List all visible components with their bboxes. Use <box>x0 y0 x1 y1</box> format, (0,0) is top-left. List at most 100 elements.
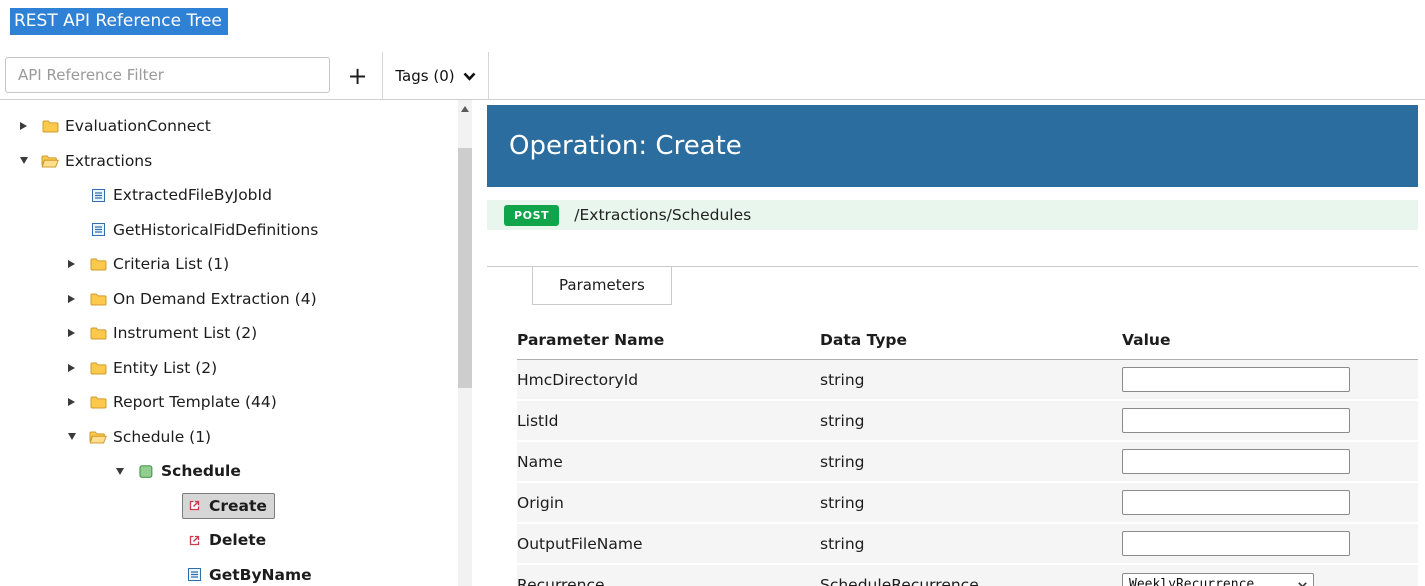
param-value-input[interactable] <box>1122 490 1350 515</box>
tree-item-label: Entity List (2) <box>113 358 218 377</box>
param-value-cell <box>1122 449 1418 474</box>
tree-scrollbar <box>458 100 472 586</box>
page-title: REST API Reference Tree <box>10 8 228 35</box>
param-type: string <box>820 452 865 471</box>
open-folder-icon <box>41 153 59 168</box>
http-method-badge: POST <box>504 204 560 226</box>
param-type: string <box>820 493 865 512</box>
tree-item-label: Instrument List (2) <box>113 324 258 343</box>
expand-icon[interactable] <box>68 363 86 372</box>
selected-option-label: WeeklyRecurrence <box>1129 577 1255 586</box>
param-value-cell <box>1122 367 1418 392</box>
tree-item[interactable]: GetHistoricalFidDefinitions <box>86 217 326 243</box>
param-name: Recurrence <box>517 575 605 586</box>
param-type: string <box>820 411 865 430</box>
param-type: string <box>820 370 865 389</box>
collapse-icon[interactable] <box>116 467 134 475</box>
tree-item-label: ExtractedFileByJobId <box>113 186 272 205</box>
folder-icon <box>89 326 107 341</box>
header-value: Value <box>1122 331 1171 349</box>
table-body: HmcDirectoryId string ListId string Name stri… <box>517 360 1418 586</box>
param-value-input[interactable] <box>1122 408 1350 433</box>
folder-icon <box>41 119 59 134</box>
tree-item[interactable]: EvaluationConnect <box>38 113 219 139</box>
chevron-down-icon <box>463 67 476 85</box>
tree-row: EvaluationConnect <box>0 109 458 144</box>
param-row: Origin string <box>517 483 1418 524</box>
tree-item[interactable]: Schedule (1) <box>86 424 219 450</box>
expand-icon[interactable] <box>20 122 38 131</box>
tree-item[interactable]: Extractions <box>38 148 160 174</box>
api-reference-filter-input[interactable] <box>5 57 330 93</box>
write-operation-icon <box>185 498 203 513</box>
param-row: OutputFileName string <box>517 524 1418 565</box>
param-value-input[interactable] <box>1122 367 1350 392</box>
endpoint-path: /Extractions/Schedules <box>574 206 752 224</box>
operation-header: Operation: Create <box>487 105 1418 187</box>
tree-item-label: GetByName <box>209 565 312 584</box>
tree-row: Schedule (1) <box>0 420 458 455</box>
endpoint-row: POST /Extractions/Schedules <box>487 200 1418 230</box>
tree-item-label: Create <box>209 496 267 515</box>
chevron-down-icon <box>1298 581 1307 586</box>
tree-item-label: EvaluationConnect <box>65 117 211 136</box>
write-operation-icon <box>185 533 203 548</box>
param-name: Origin <box>517 493 564 512</box>
expand-icon[interactable] <box>68 329 86 338</box>
tree-item[interactable]: Report Template (44) <box>86 389 285 415</box>
expand-icon[interactable] <box>68 260 86 269</box>
tree-item[interactable]: Entity List (2) <box>86 355 225 381</box>
param-value-input[interactable] <box>1122 449 1350 474</box>
tree-item-label: Extractions <box>65 151 153 170</box>
tree-item-label: Criteria List (1) <box>113 255 230 274</box>
tags-dropdown-button[interactable]: Tags (0) <box>383 52 489 99</box>
param-value-cell: WeeklyRecurrence <box>1122 572 1418 586</box>
tree-row: GetHistoricalFidDefinitions <box>0 213 458 248</box>
expand-icon[interactable] <box>68 398 86 407</box>
tree-row: Instrument List (2) <box>0 316 458 351</box>
scrollbar-thumb[interactable] <box>458 148 472 388</box>
tree-item[interactable]: Schedule <box>134 458 249 484</box>
tree-item[interactable]: GetByName <box>182 562 320 586</box>
tree-item-label: GetHistoricalFidDefinitions <box>113 220 319 239</box>
tree-row: Report Template (44) <box>0 385 458 420</box>
param-type: ScheduleRecurrence <box>820 575 979 586</box>
toolbar: + Tags (0) <box>0 52 1425 100</box>
tree-item[interactable]: Delete <box>182 527 274 553</box>
folder-icon <box>89 257 107 272</box>
tree-item-label: On Demand Extraction (4) <box>113 289 317 308</box>
tab-strip: Parameters <box>487 266 1418 305</box>
param-value-select[interactable]: WeeklyRecurrence <box>1122 572 1314 586</box>
tree-item-label: Schedule <box>161 462 241 481</box>
param-row: Name string <box>517 442 1418 483</box>
folder-icon <box>89 291 107 306</box>
tree-item[interactable]: Instrument List (2) <box>86 320 265 346</box>
param-name: ListId <box>517 411 559 430</box>
plus-icon: + <box>347 61 368 90</box>
tree-item[interactable]: ExtractedFileByJobId <box>86 182 280 208</box>
scroll-up-button[interactable] <box>458 100 472 117</box>
parameters-table: Parameter Name Data Type Value HmcDirect… <box>487 325 1418 586</box>
folder-icon <box>89 395 107 410</box>
get-operation-icon <box>185 567 203 582</box>
operation-title: Operation: Create <box>509 131 742 161</box>
param-value-input[interactable] <box>1122 531 1350 556</box>
tree-row: ExtractedFileByJobId <box>0 178 458 213</box>
open-folder-icon <box>89 429 107 444</box>
tree-row: Entity List (2) <box>0 351 458 386</box>
add-button[interactable]: + <box>333 52 383 99</box>
tree-item[interactable]: On Demand Extraction (4) <box>86 286 325 312</box>
tree-item[interactable]: Criteria List (1) <box>86 251 237 277</box>
get-operation-icon <box>89 222 107 237</box>
tab-parameters[interactable]: Parameters <box>532 267 672 305</box>
tree-item[interactable]: Create <box>182 492 275 519</box>
collapse-icon[interactable] <box>20 157 38 165</box>
param-row: ListId string <box>517 401 1418 442</box>
operation-panel: Operation: Create POST /Extractions/Sche… <box>487 100 1418 586</box>
param-row: Recurrence ScheduleRecurrence WeeklyRecurr… <box>517 565 1418 586</box>
expand-icon[interactable] <box>68 294 86 303</box>
collapse-icon[interactable] <box>68 433 86 441</box>
header-parameter-name: Parameter Name <box>517 331 665 349</box>
param-row: HmcDirectoryId string <box>517 360 1418 401</box>
tree-row: Criteria List (1) <box>0 247 458 282</box>
